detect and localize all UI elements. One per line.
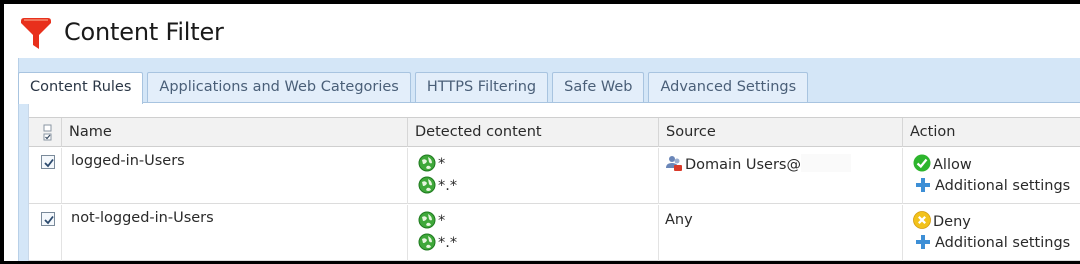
additional-settings-label: Additional settings: [935, 235, 1071, 251]
redacted-domain: [800, 154, 851, 172]
row-enabled-checkbox[interactable]: [41, 212, 55, 226]
source-value[interactable]: Any: [665, 212, 693, 228]
detected-content-text: *.*: [438, 178, 458, 194]
detected-content-item: *: [418, 211, 445, 229]
select-all-checkbox[interactable]: [43, 124, 53, 142]
action-value[interactable]: Deny: [913, 211, 971, 230]
action-text: Allow: [933, 157, 972, 173]
check-icon: [913, 154, 931, 172]
user-group-icon: [666, 156, 682, 171]
additional-settings-link[interactable]: Additional settings: [915, 234, 1070, 251]
source-text: Domain Users@: [685, 157, 801, 173]
globe-icon: [418, 176, 436, 194]
page-title: Content Filter: [64, 18, 224, 46]
tab-safe-web[interactable]: Safe Web: [552, 72, 645, 102]
table-row[interactable]: not-logged-in-Users * *.* Any Deny Addit…: [29, 205, 1080, 261]
detected-content-item: *.*: [418, 233, 457, 251]
deny-icon: [913, 211, 931, 229]
additional-settings-link[interactable]: Additional settings: [915, 177, 1070, 194]
detected-content-item: *.*: [418, 176, 457, 194]
detected-content-item: *: [418, 154, 445, 172]
tab-content-rules[interactable]: Content Rules: [18, 72, 144, 104]
detected-content-text: *.*: [438, 235, 458, 251]
globe-icon: [418, 233, 436, 251]
detected-content-text: *: [438, 156, 446, 172]
action-value[interactable]: Allow: [913, 154, 972, 173]
tab-advanced-settings[interactable]: Advanced Settings: [648, 72, 809, 102]
row-enabled-checkbox[interactable]: [41, 155, 55, 169]
page-header: Content Filter: [4, 4, 1080, 58]
tab-bar: Content Rules Applications and Web Categ…: [18, 72, 809, 104]
rule-name[interactable]: logged-in-Users: [71, 153, 185, 169]
rule-name[interactable]: not-logged-in-Users: [71, 210, 214, 226]
source-value[interactable]: Domain Users@: [665, 154, 851, 173]
table-row[interactable]: logged-in-Users * *.* Domain Users@ Allo…: [29, 148, 1080, 204]
rules-table: Name Detected content Source Action logg…: [28, 102, 1080, 261]
column-header-name[interactable]: Name: [61, 118, 407, 147]
globe-icon: [418, 211, 436, 229]
plus-icon: [916, 235, 930, 249]
plus-icon: [916, 178, 930, 192]
globe-icon: [418, 154, 436, 172]
additional-settings-label: Additional settings: [935, 178, 1071, 194]
column-header-source[interactable]: Source: [658, 118, 902, 147]
table-header: Name Detected content Source Action: [29, 117, 1080, 147]
column-header-action[interactable]: Action: [902, 118, 1080, 147]
funnel-icon: [21, 18, 51, 49]
column-header-detected-content[interactable]: Detected content: [407, 118, 658, 147]
action-text: Deny: [933, 214, 971, 230]
tab-https-filtering[interactable]: HTTPS Filtering: [414, 72, 549, 102]
detected-content-text: *: [438, 213, 446, 229]
tab-applications-web-categories[interactable]: Applications and Web Categories: [147, 72, 411, 102]
